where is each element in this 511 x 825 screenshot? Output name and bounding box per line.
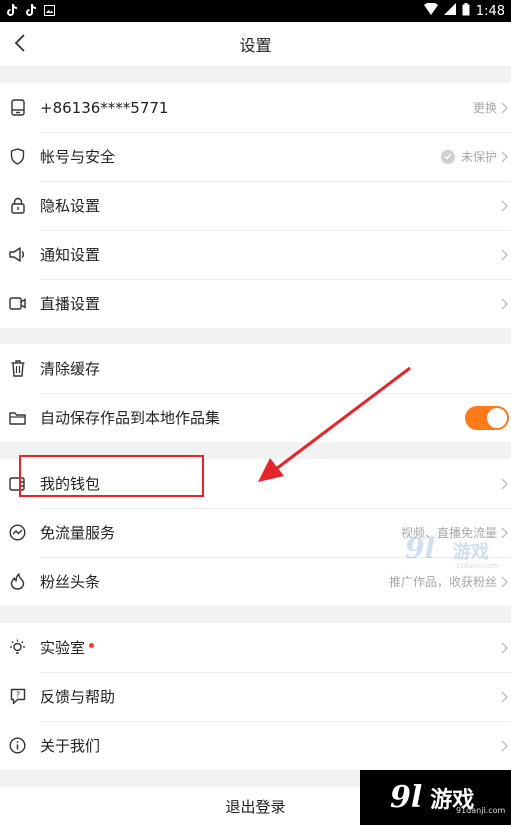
tiktok-icon	[6, 4, 18, 18]
status-bar: 1:48	[0, 0, 511, 22]
wallet-icon	[9, 475, 26, 492]
row-right	[501, 477, 511, 491]
row-right	[501, 199, 511, 213]
settings-row-notification[interactable]: 通知设置	[0, 230, 511, 279]
chevron-right-icon	[501, 641, 509, 655]
logout-label: 退出登录	[225, 797, 286, 816]
image-icon	[44, 4, 55, 18]
fans-headline-label: 粉丝头条	[40, 573, 101, 591]
check-circle-icon	[440, 149, 455, 164]
back-arrow-icon[interactable]	[8, 31, 32, 55]
lab-label-text: 实验室	[40, 639, 86, 657]
svg-text:?: ?	[15, 691, 19, 700]
status-time: 1:48	[475, 3, 505, 19]
video-camera-icon	[9, 295, 26, 312]
toggle-knob	[487, 407, 507, 428]
account-security-label: 帐号与安全	[40, 148, 116, 166]
wallet-label: 我的钱包	[40, 475, 101, 493]
settings-row-account-security[interactable]: 帐号与安全 未保护	[0, 132, 511, 181]
account-settings-group: +86136****5771 更换 帐号与安全 未保护 隐私设置 通知设置 直播…	[0, 83, 511, 328]
status-left	[6, 4, 55, 18]
free-data-value: 视频、直播免流量	[400, 526, 497, 540]
row-right	[501, 248, 511, 262]
row-right: 未保护	[440, 148, 511, 165]
chevron-right-icon	[501, 575, 509, 589]
row-right	[501, 739, 511, 753]
chevron-right-icon	[501, 690, 509, 704]
trash-icon	[9, 360, 26, 377]
free-data-label: 免流量服务	[40, 524, 116, 542]
privacy-settings-label: 隐私设置	[40, 197, 101, 215]
fans-headline-value: 推广作品，收获粉丝	[388, 575, 497, 589]
nav-bar: 设置	[0, 22, 511, 67]
status-right: 1:48	[423, 2, 505, 20]
row-right	[465, 405, 511, 430]
chevron-right-icon	[501, 150, 509, 164]
signal-icon	[443, 3, 456, 19]
feedback-label: 反馈与帮助	[40, 688, 116, 706]
row-right: 更换	[473, 99, 511, 116]
page-title: 设置	[239, 36, 272, 55]
folder-icon	[9, 409, 26, 426]
chevron-right-icon	[501, 526, 509, 540]
misc-settings-group: 实验室 ? 反馈与帮助 关于我们	[0, 623, 511, 770]
site-watermark: 9l 游戏 91danji.com	[360, 770, 511, 825]
settings-row-wallet[interactable]: 我的钱包	[0, 459, 511, 508]
settings-row-free-data[interactable]: 免流量服务 视频、直播免流量	[0, 508, 511, 557]
chevron-right-icon	[501, 297, 509, 311]
chevron-right-icon	[501, 199, 509, 213]
speaker-icon	[9, 246, 26, 263]
settings-row-phone[interactable]: +86136****5771 更换	[0, 83, 511, 132]
chevron-right-icon	[501, 739, 509, 753]
shield-icon	[9, 148, 26, 165]
storage-settings-group: 清除缓存 自动保存作品到本地作品集	[0, 344, 511, 442]
change-phone-link[interactable]: 更换	[473, 99, 497, 116]
notification-settings-label: 通知设置	[40, 246, 101, 264]
auto-save-toggle[interactable]	[465, 405, 509, 430]
tiktok-icon	[25, 4, 36, 18]
flame-icon	[9, 573, 26, 590]
clear-cache-label: 清除缓存	[40, 360, 101, 378]
watermark-number: 9l	[390, 780, 423, 815]
lab-label: 实验室	[40, 637, 95, 658]
auto-save-label: 自动保存作品到本地作品集	[40, 409, 221, 427]
chevron-right-icon	[501, 101, 509, 115]
security-status: 未保护	[460, 150, 497, 164]
settings-row-about[interactable]: 关于我们	[0, 721, 511, 770]
row-right	[501, 690, 511, 704]
battery-icon	[462, 2, 470, 20]
feedback-icon: ?	[9, 688, 26, 705]
new-badge-dot	[89, 643, 95, 648]
phone-number-label: +86136****5771	[40, 98, 169, 117]
services-settings-group: 我的钱包 免流量服务 视频、直播免流量 粉丝头条 推广作品，收获粉丝	[0, 459, 511, 606]
settings-row-privacy[interactable]: 隐私设置	[0, 181, 511, 230]
info-icon	[9, 737, 26, 754]
about-label: 关于我们	[40, 737, 101, 755]
row-right	[501, 297, 511, 311]
phone-icon	[9, 99, 26, 116]
settings-row-auto-save[interactable]: 自动保存作品到本地作品集	[0, 393, 511, 442]
row-right: 视频、直播免流量	[401, 524, 511, 541]
settings-row-clear-cache[interactable]: 清除缓存	[0, 344, 511, 393]
wifi-icon	[423, 2, 438, 19]
chevron-right-icon	[501, 248, 509, 262]
traffic-icon	[9, 524, 26, 541]
settings-row-feedback[interactable]: ? 反馈与帮助	[0, 672, 511, 721]
bulb-icon	[9, 639, 26, 656]
row-right: 推广作品，收获粉丝	[389, 573, 511, 590]
live-settings-label: 直播设置	[40, 295, 101, 313]
watermark-domain: 91danji.com	[456, 806, 506, 815]
settings-row-fans-headline[interactable]: 粉丝头条 推广作品，收获粉丝	[0, 557, 511, 606]
settings-row-lab[interactable]: 实验室	[0, 623, 511, 672]
chevron-right-icon	[501, 477, 509, 491]
settings-row-live[interactable]: 直播设置	[0, 279, 511, 328]
lock-icon	[9, 197, 26, 214]
row-right	[501, 641, 511, 655]
